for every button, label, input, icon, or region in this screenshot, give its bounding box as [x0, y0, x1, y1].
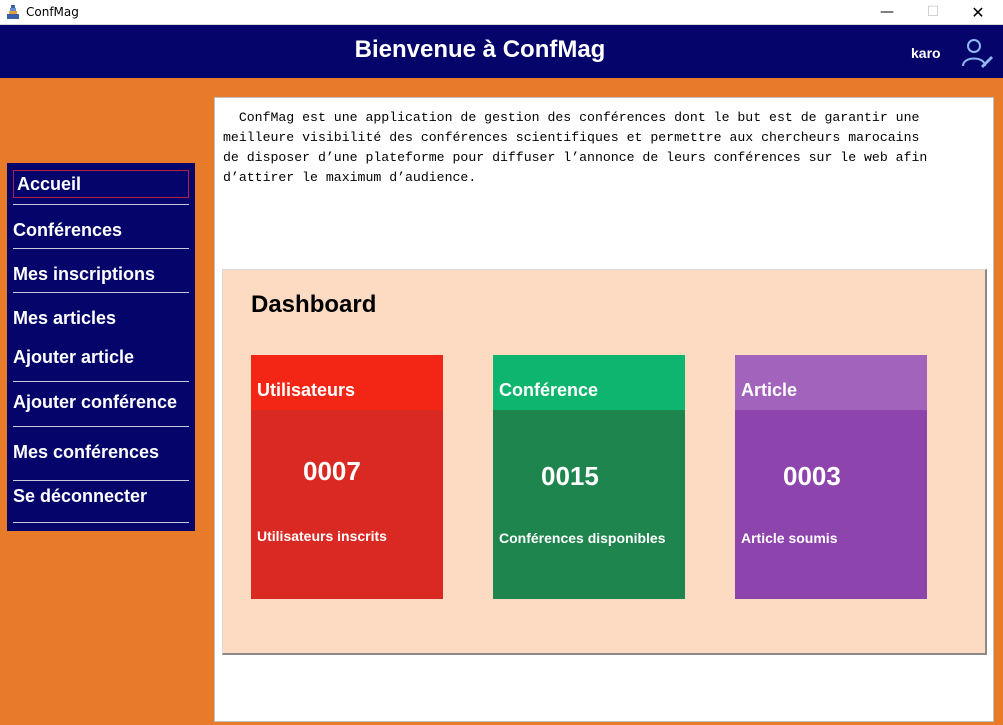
divider: [13, 426, 189, 427]
sidebar-item-ajouter-conference[interactable]: Ajouter conférence: [13, 392, 189, 413]
sidebar-nav: Accueil Conférences Mes inscriptions Mes…: [7, 163, 195, 531]
sidebar-item-mes-conferences[interactable]: Mes conférences: [13, 442, 189, 463]
divider: [13, 381, 189, 382]
window-title: ConfMag: [26, 5, 79, 19]
card-body: 0007 Utilisateurs inscrits: [251, 410, 443, 599]
window-titlebar: ConfMag — ☐ ✕: [0, 0, 1003, 25]
card-title: Article: [741, 380, 798, 400]
user-edit-icon[interactable]: [960, 38, 994, 70]
main-panel: ConfMag est une application de gestion d…: [214, 97, 994, 722]
card-body: 0003 Article soumis: [735, 410, 927, 599]
card-title: Conférence: [499, 380, 599, 400]
card-count: 0015: [541, 461, 599, 491]
dashboard-panel: Dashboard Utilisateurs 0007 Utilisateurs…: [222, 269, 987, 655]
card-header: Article: [735, 355, 927, 410]
sidebar-item-mes-articles[interactable]: Mes articles: [13, 308, 189, 329]
stat-card-conference[interactable]: Conférence 0015 Conférences disponibles: [493, 355, 685, 599]
card-header: Conférence: [493, 355, 685, 410]
card-count: 0007: [303, 456, 361, 486]
card-caption: Utilisateurs inscrits: [257, 528, 387, 544]
sidebar-item-label: Mes articles: [13, 308, 117, 328]
sidebar-item-mes-inscriptions[interactable]: Mes inscriptions: [13, 264, 189, 285]
card-header: Utilisateurs: [251, 355, 443, 410]
app-header: Bienvenue à ConfMag karo: [0, 25, 1003, 78]
divider: [13, 480, 189, 481]
sidebar-item-label: Accueil: [17, 174, 82, 194]
stat-card-article[interactable]: Article 0003 Article soumis: [735, 355, 927, 599]
sidebar-item-label: Ajouter conférence: [13, 392, 178, 412]
divider: [13, 522, 189, 523]
sidebar-item-label: Se déconnecter: [13, 486, 148, 506]
sidebar-item-label: Mes conférences: [13, 442, 160, 462]
minimize-icon[interactable]: —: [864, 0, 910, 25]
confmag-app-icon: [7, 5, 19, 19]
card-body: 0015 Conférences disponibles: [493, 410, 685, 599]
sidebar-item-conferences[interactable]: Conférences: [13, 220, 189, 241]
page-title: Bienvenue à ConfMag: [354, 36, 606, 63]
sidebar-item-ajouter-article[interactable]: Ajouter article: [13, 347, 189, 368]
card-count: 0003: [783, 461, 841, 491]
sidebar-item-label: Mes inscriptions: [13, 264, 156, 284]
card-caption: Conférences disponibles: [499, 530, 666, 546]
sidebar-item-label: Conférences: [13, 220, 123, 240]
sidebar-item-accueil[interactable]: Accueil: [13, 170, 189, 198]
stat-card-utilisateurs[interactable]: Utilisateurs 0007 Utilisateurs inscrits: [251, 355, 443, 599]
intro-text: ConfMag est une application de gestion d…: [223, 110, 928, 185]
divider: [13, 248, 189, 249]
sidebar-item-se-deconnecter[interactable]: Se déconnecter: [13, 486, 189, 507]
username: karo: [911, 45, 941, 61]
maximize-icon[interactable]: ☐: [910, 0, 956, 25]
dashboard-title: Dashboard: [251, 291, 377, 318]
card-caption: Article soumis: [741, 530, 838, 546]
card-title: Utilisateurs: [257, 380, 356, 400]
divider: [13, 204, 189, 205]
sidebar-item-label: Ajouter article: [13, 347, 135, 367]
close-icon[interactable]: ✕: [955, 0, 1001, 25]
divider: [13, 292, 189, 293]
